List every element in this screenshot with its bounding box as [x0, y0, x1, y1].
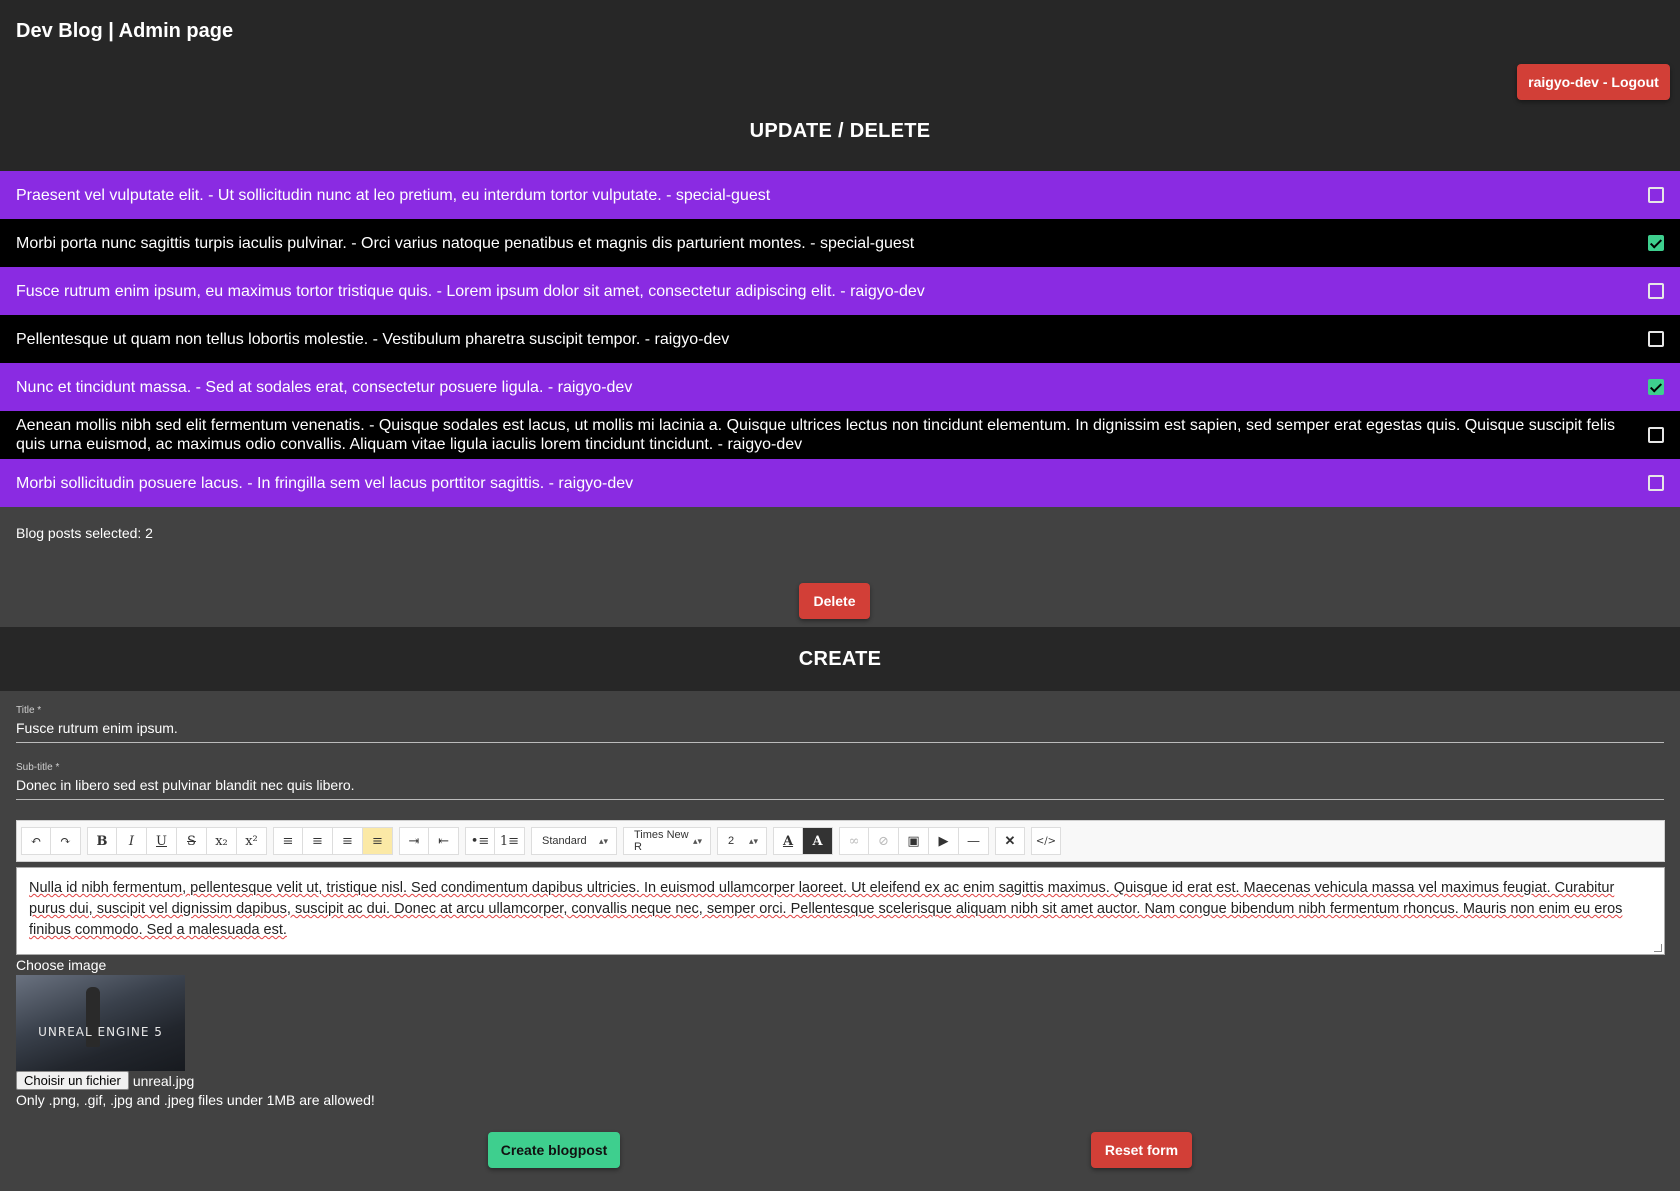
editor-content: Nulla id nibh fermentum, pellentesque ve… [29, 880, 1623, 938]
post-checkbox[interactable] [1648, 283, 1664, 299]
image-preview: UNREAL ENGINE 5 [16, 975, 185, 1071]
align-justify-icon[interactable]: ≡ [363, 827, 393, 855]
editor-toolbar: ↶ ↷ B I U S x₂ x² ≡ ≡ ≡ ≡ ⇥ ⇤ •≡ 1≡ Stan… [16, 820, 1665, 862]
bold-icon[interactable]: B [87, 827, 117, 855]
strikethrough-icon[interactable]: S [177, 827, 207, 855]
post-text: Praesent vel vulputate elit. - Ut sollic… [16, 186, 771, 204]
superscript-icon[interactable]: x² [237, 827, 267, 855]
choose-file-button[interactable]: Choisir un fichier [16, 1071, 129, 1090]
file-restriction-note: Only .png, .gif, .jpg and .jpeg files un… [16, 1092, 375, 1108]
post-checkbox[interactable] [1648, 475, 1664, 491]
clear-format-icon[interactable]: ✕ [995, 827, 1025, 855]
choose-image-label: Choose image [16, 957, 107, 973]
post-text: Aenean mollis nibh sed elit fermentum ve… [16, 417, 1616, 453]
outdent-icon[interactable]: ⇤ [429, 827, 459, 855]
font-select-value: Times New R [634, 829, 689, 853]
format-select-value: Standard [542, 835, 587, 847]
align-right-icon[interactable]: ≡ [333, 827, 363, 855]
code-view-icon[interactable]: </> [1031, 827, 1061, 855]
update-delete-title: UPDATE / DELETE [749, 120, 931, 142]
size-select[interactable]: 2 ▴▾ [717, 827, 767, 855]
subtitle-label: Sub-title * [16, 762, 60, 773]
delete-button[interactable]: Delete [799, 583, 870, 619]
post-row[interactable]: Morbi porta nunc sagittis turpis iaculis… [0, 219, 1680, 267]
post-text: Pellentesque ut quam non tellus lobortis… [16, 330, 730, 348]
select-arrow-icon: ▴▾ [598, 835, 608, 846]
app-title: Dev Blog | Admin page [16, 20, 234, 42]
post-row[interactable]: Morbi sollicitudin posuere lacus. - In f… [0, 459, 1680, 507]
post-checkbox[interactable] [1648, 427, 1664, 443]
align-center-icon[interactable]: ≡ [303, 827, 333, 855]
numbered-list-icon[interactable]: 1≡ [495, 827, 525, 855]
format-select[interactable]: Standard ▴▾ [531, 827, 617, 855]
reset-form-button[interactable]: Reset form [1091, 1132, 1192, 1168]
title-label: Title * [16, 705, 42, 716]
video-icon[interactable]: ▶ [929, 827, 959, 855]
post-checkbox[interactable] [1648, 379, 1664, 395]
file-input: Choisir un fichier unreal.jpg [16, 1071, 194, 1090]
italic-icon[interactable]: I [117, 827, 147, 855]
bullet-list-icon[interactable]: •≡ [465, 827, 495, 855]
subtitle-field[interactable]: Sub-title * Donec in libero sed est pulv… [16, 762, 1664, 800]
post-text: Nunc et tincidunt massa. - Sed at sodale… [16, 378, 633, 396]
post-row[interactable]: Praesent vel vulputate elit. - Ut sollic… [0, 171, 1680, 219]
subscript-icon[interactable]: x₂ [207, 827, 237, 855]
logout-button[interactable]: raigyo-dev - Logout [1517, 64, 1670, 100]
link-icon[interactable]: ∞ [839, 827, 869, 855]
align-left-icon[interactable]: ≡ [273, 827, 303, 855]
title-input[interactable]: Fusce rutrum enim ipsum. [16, 720, 1664, 742]
post-row[interactable]: Fusce rutrum enim ipsum, eu maximus tort… [0, 267, 1680, 315]
highlight-color-icon[interactable]: A [803, 827, 833, 855]
image-preview-text: UNREAL ENGINE 5 [38, 1025, 163, 1039]
create-panel: Title * Fusce rutrum enim ipsum. Sub-tit… [0, 691, 1680, 1191]
underline-icon[interactable]: U [147, 827, 177, 855]
subtitle-input[interactable]: Donec in libero sed est pulvinar blandit… [16, 777, 1664, 799]
post-row[interactable]: Aenean mollis nibh sed elit fermentum ve… [0, 411, 1680, 459]
post-list: Praesent vel vulputate elit. - Ut sollic… [0, 171, 1680, 507]
indent-icon[interactable]: ⇥ [399, 827, 429, 855]
post-text: Fusce rutrum enim ipsum, eu maximus tort… [16, 282, 925, 300]
resize-handle[interactable] [1654, 944, 1662, 952]
create-blogpost-button[interactable]: Create blogpost [488, 1132, 620, 1168]
font-color-icon[interactable]: A [773, 827, 803, 855]
post-checkbox[interactable] [1648, 331, 1664, 347]
size-select-value: 2 [728, 835, 735, 847]
unlink-icon[interactable]: ⊘ [869, 827, 899, 855]
update-delete-panel: Blog posts selected: 2 Delete [0, 507, 1680, 627]
horizontal-rule-icon[interactable]: — [959, 827, 989, 855]
select-arrow-icon: ▴▾ [692, 835, 702, 846]
rich-text-editor[interactable]: Nulla id nibh fermentum, pellentesque ve… [16, 867, 1665, 955]
undo-icon[interactable]: ↶ [21, 827, 51, 855]
image-icon[interactable]: ▣ [899, 827, 929, 855]
selected-count: Blog posts selected: 2 [16, 525, 153, 541]
font-select[interactable]: Times New R ▴▾ [623, 827, 711, 855]
select-arrow-icon: ▴▾ [748, 835, 758, 846]
post-text: Morbi sollicitudin posuere lacus. - In f… [16, 474, 634, 492]
post-checkbox[interactable] [1648, 187, 1664, 203]
redo-icon[interactable]: ↷ [51, 827, 81, 855]
post-row[interactable]: Pellentesque ut quam non tellus lobortis… [0, 315, 1680, 363]
post-checkbox[interactable] [1648, 235, 1664, 251]
file-name: unreal.jpg [132, 1072, 195, 1089]
post-row[interactable]: Nunc et tincidunt massa. - Sed at sodale… [0, 363, 1680, 411]
title-field[interactable]: Title * Fusce rutrum enim ipsum. [16, 705, 1664, 743]
post-text: Morbi porta nunc sagittis turpis iaculis… [16, 234, 915, 252]
create-title: CREATE [798, 648, 882, 670]
